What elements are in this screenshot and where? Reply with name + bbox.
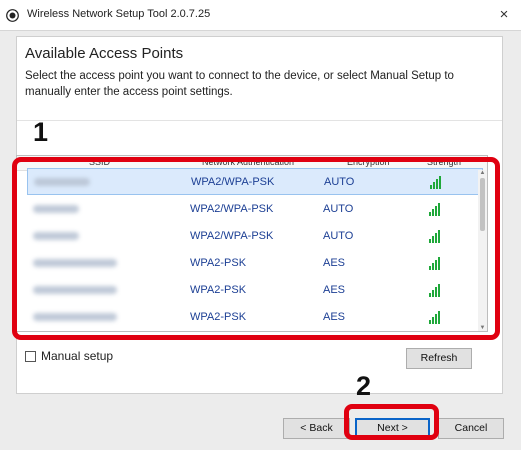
encryption-cell: AES xyxy=(323,257,346,269)
highlight-box-next xyxy=(344,404,439,440)
table-row[interactable]: WPA2-PSK AES xyxy=(27,304,483,331)
scroll-thumb[interactable] xyxy=(480,178,485,231)
auth-cell: WPA2-PSK xyxy=(190,311,247,323)
ssid-blurred xyxy=(33,286,117,294)
close-button[interactable]: × xyxy=(491,3,517,27)
scroll-down-icon[interactable]: ▼ xyxy=(479,325,486,331)
auth-cell: WPA2/WPA-PSK xyxy=(190,230,274,242)
ssid-blurred xyxy=(34,178,90,186)
column-header-ssid[interactable]: SSID xyxy=(89,157,110,167)
table-row[interactable]: WPA2/WPA-PSK AUTO xyxy=(27,168,483,195)
table-row[interactable]: WPA2-PSK AES xyxy=(27,277,483,304)
access-point-table[interactable]: SSID Network Authentication Encryption S… xyxy=(16,155,488,332)
column-header-authentication[interactable]: Network Authentication xyxy=(202,157,294,167)
manual-setup-label: Manual setup xyxy=(41,349,114,363)
encryption-cell: AUTO xyxy=(323,230,354,242)
auth-cell: WPA2-PSK xyxy=(190,257,247,269)
ssid-blurred xyxy=(33,205,79,213)
encryption-cell: AES xyxy=(323,284,346,296)
step-2-label: 2 xyxy=(356,371,372,401)
column-header-strength[interactable]: Strength xyxy=(427,157,461,167)
step-1-label: 1 xyxy=(33,117,49,147)
scroll-up-icon[interactable]: ▲ xyxy=(479,170,486,176)
signal-strength-icon xyxy=(429,230,440,243)
signal-strength-icon xyxy=(429,203,440,216)
page-description: Select the access point you want to conn… xyxy=(25,70,454,98)
signal-strength-icon xyxy=(429,284,440,297)
encryption-cell: AUTO xyxy=(324,176,355,188)
manual-setup-checkbox[interactable] xyxy=(25,351,36,362)
vertical-scrollbar[interactable]: ▲ ▼ xyxy=(478,170,487,331)
back-button[interactable]: < Back xyxy=(283,418,350,439)
table-row[interactable]: WPA2-PSK AES xyxy=(27,250,483,277)
table-row[interactable]: WPA2/WPA-PSK AUTO xyxy=(27,223,483,250)
window-title: Wireless Network Setup Tool 2.0.7.25 xyxy=(27,8,211,20)
auth-cell: WPA2/WPA-PSK xyxy=(190,203,274,215)
page-heading: Available Access Points xyxy=(25,45,184,62)
divider xyxy=(17,120,502,121)
refresh-button[interactable]: Refresh xyxy=(406,348,472,369)
title-bar: Wireless Network Setup Tool 2.0.7.25 × xyxy=(0,0,521,31)
signal-strength-icon xyxy=(429,311,440,324)
ssid-blurred xyxy=(33,313,117,321)
table-row[interactable]: WPA2/WPA-PSK AUTO xyxy=(27,196,483,223)
ssid-blurred xyxy=(33,259,117,267)
auth-cell: WPA2/WPA-PSK xyxy=(191,176,275,188)
auth-cell: WPA2-PSK xyxy=(190,284,247,296)
cancel-button[interactable]: Cancel xyxy=(438,418,504,439)
ssid-blurred xyxy=(33,232,79,240)
encryption-cell: AES xyxy=(323,311,346,323)
column-header-encryption[interactable]: Encryption xyxy=(347,157,390,167)
app-icon xyxy=(6,9,19,22)
signal-strength-icon xyxy=(429,257,440,270)
signal-strength-icon xyxy=(430,176,441,189)
encryption-cell: AUTO xyxy=(323,203,354,215)
